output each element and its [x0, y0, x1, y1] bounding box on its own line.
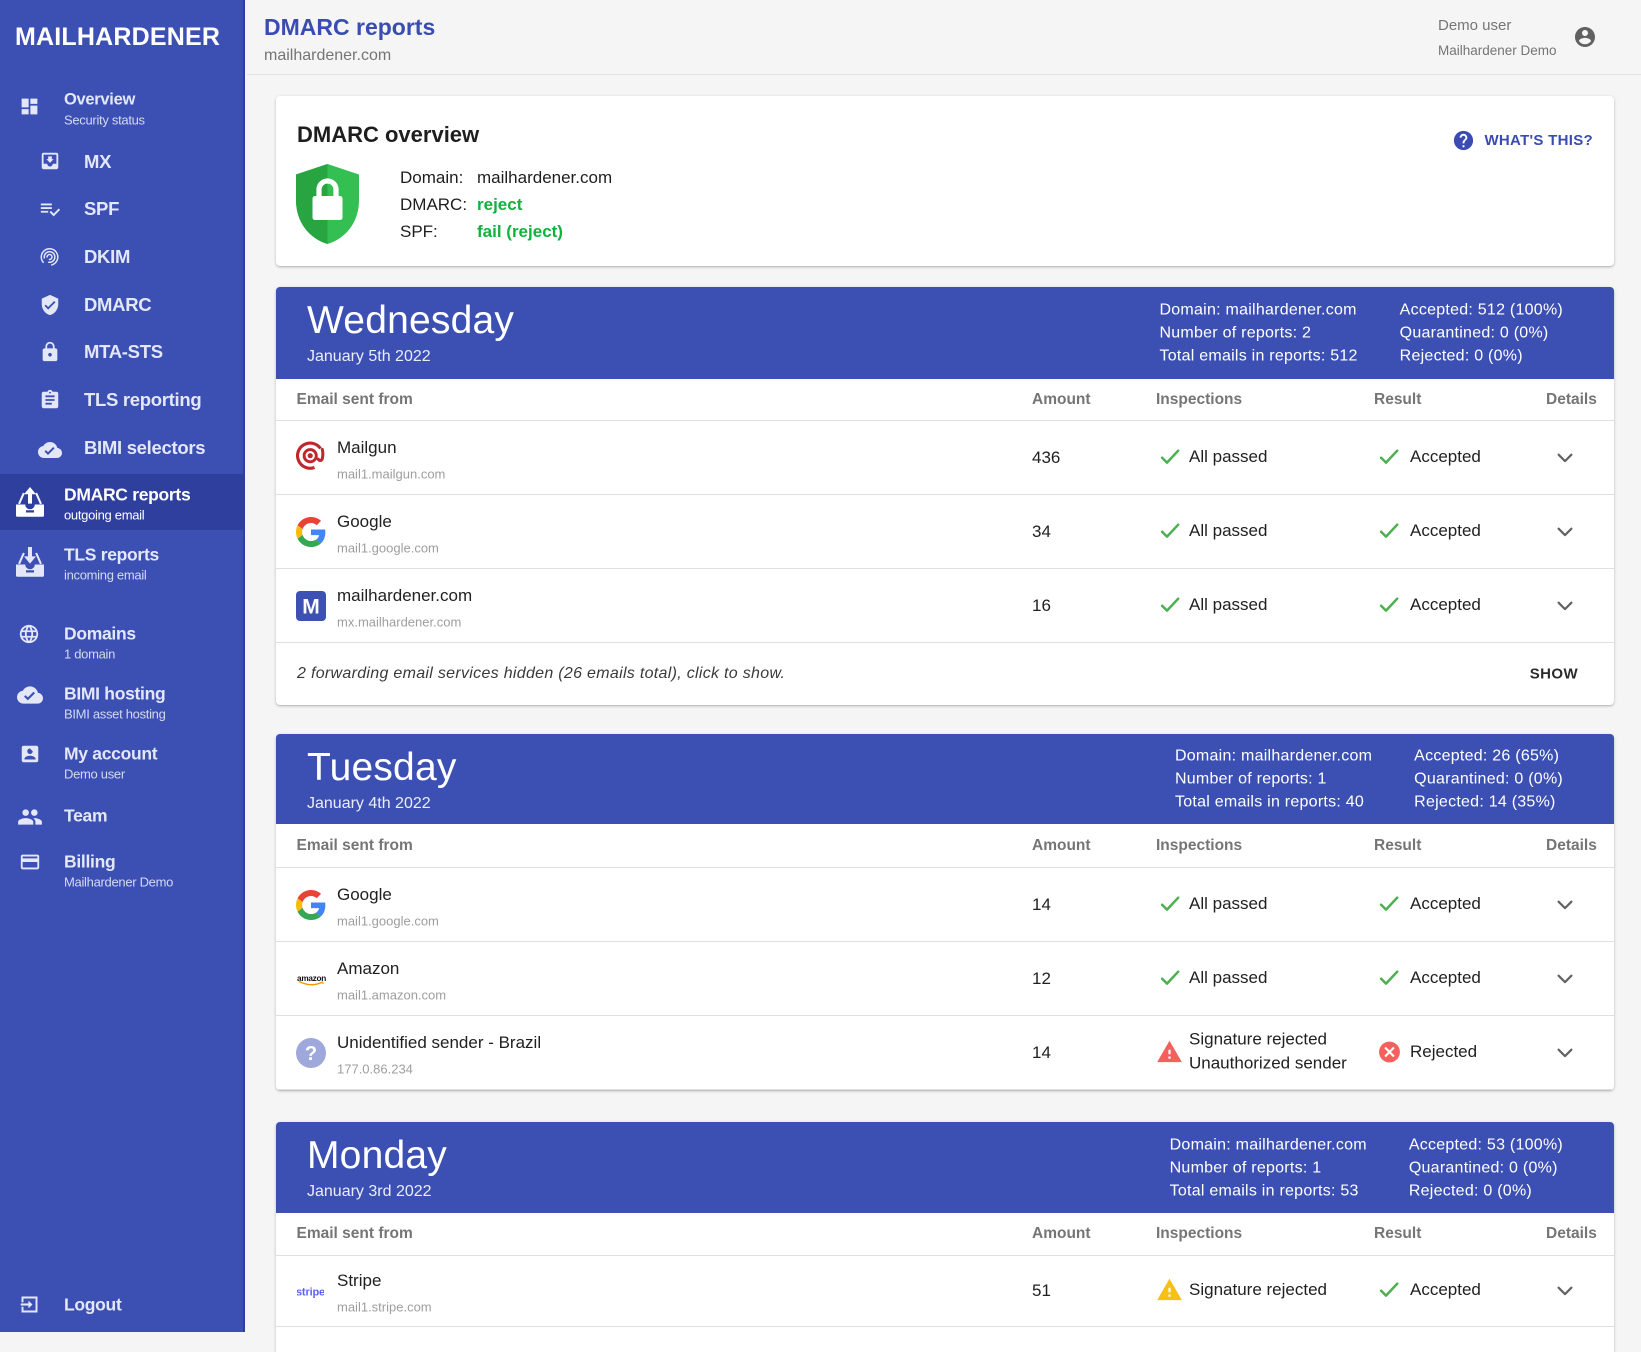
- svg-text:?: ?: [305, 1043, 317, 1065]
- svg-text:amazon: amazon: [297, 975, 326, 983]
- svg-text:M: M: [302, 595, 320, 618]
- svg-text:stripe: stripe: [297, 1287, 324, 1299]
